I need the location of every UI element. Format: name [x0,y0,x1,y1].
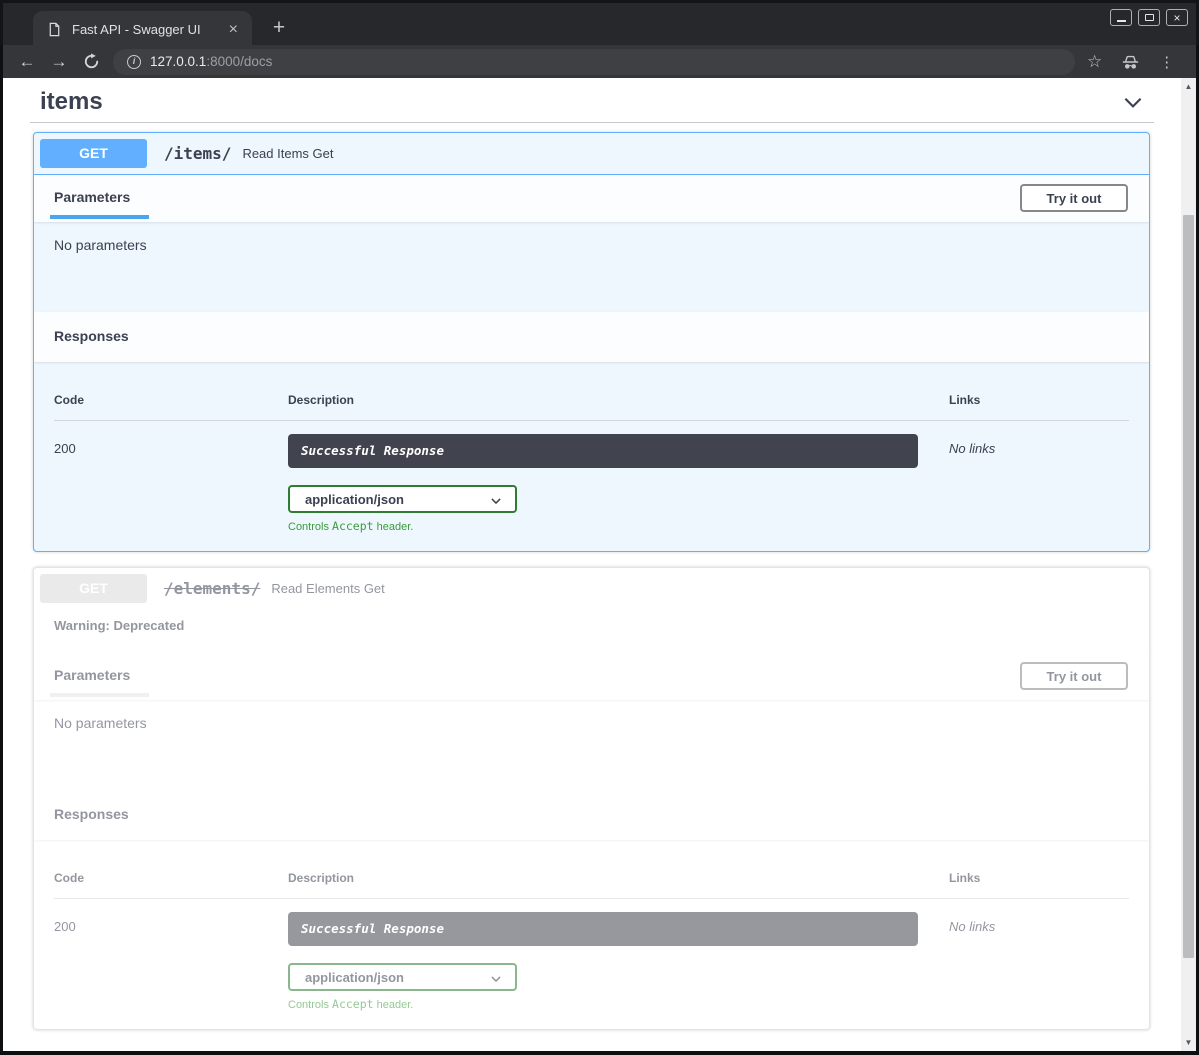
responses-title: Responses [54,806,1129,822]
responses-header: Responses [34,790,1149,840]
parameters-header: Parameters Try it out [34,653,1149,700]
bookmark-star-icon[interactable]: ☆ [1087,52,1102,72]
col-header-description: Description [288,871,949,885]
media-type-value: application/json [290,492,404,507]
close-button[interactable]: × [1166,9,1188,26]
vertical-scrollbar[interactable]: ▲ ▼ [1181,78,1196,1051]
parameters-tab-underline [50,215,149,219]
menu-kebab-icon[interactable]: ⋮ [1159,53,1174,71]
media-type-select[interactable]: application/json [288,485,517,513]
parameters-tab-underline [50,693,149,697]
response-links: No links [949,912,1129,1011]
accept-header-note: Controls Accept header. [288,519,949,533]
response-description-cell: Successful Response application/json Con… [288,434,949,533]
opblock-get-elements-deprecated: GET /elements/ Read Elements Get Warning… [33,567,1150,1030]
responses-table: Code Description Links 200 Successful Re… [34,840,1149,1029]
no-parameters-text: No parameters [34,700,1149,790]
chevron-down-icon [489,972,503,986]
response-links: No links [949,434,1129,533]
reload-icon[interactable] [75,53,107,70]
endpoint-path: /items/ [164,144,231,163]
page-content: items GET /items/ Read Items Get P [3,78,1196,1051]
browser-window: Fast API - Swagger UI × + × ← → i 127.0.… [0,0,1199,1055]
incognito-icon [1120,53,1141,71]
endpoint-description: Read Items Get [242,146,333,161]
method-badge: GET [40,139,147,168]
minimize-button[interactable] [1110,9,1132,26]
col-header-code: Code [54,393,288,407]
responses-table-header: Code Description Links [54,840,1129,899]
col-header-description: Description [288,393,949,407]
response-description-block: Successful Response [288,434,918,468]
media-type-select[interactable]: application/json [288,963,517,991]
scrollbar-thumb[interactable] [1183,215,1194,958]
try-it-out-button[interactable]: Try it out [1020,662,1128,690]
deprecated-warning: Warning: Deprecated [34,610,1149,653]
col-header-links: Links [949,871,1129,885]
responses-title: Responses [54,328,1129,344]
address-bar[interactable]: i 127.0.0.1:8000/docs [113,49,1075,75]
responses-table-header: Code Description Links [54,362,1129,421]
response-code: 200 [54,434,288,533]
parameters-tab[interactable]: Parameters [54,189,130,205]
page-favicon-icon [47,22,62,37]
opblock-get-items: GET /items/ Read Items Get Parameters Tr… [33,132,1150,552]
endpoint-summary-row[interactable]: GET /elements/ Read Elements Get [34,568,1149,610]
tag-header-items[interactable]: items [30,86,1154,123]
endpoint-summary-row[interactable]: GET /items/ Read Items Get [34,133,1149,175]
tab-title: Fast API - Swagger UI [72,22,225,37]
col-header-code: Code [54,871,288,885]
parameters-header: Parameters Try it out [34,175,1149,222]
media-type-value: application/json [290,970,404,985]
response-row: 200 Successful Response application/json… [54,899,1129,1011]
new-tab-button[interactable]: + [265,15,293,43]
tab-close-icon[interactable]: × [225,22,242,38]
info-icon[interactable]: i [127,55,141,69]
chevron-down-icon [489,494,503,508]
url-host: 127.0.0.1 [150,54,206,69]
method-badge: GET [40,574,147,603]
swagger-ui: items GET /items/ Read Items Get P [3,78,1181,1051]
response-code: 200 [54,912,288,1011]
browser-toolbar: ← → i 127.0.0.1:8000/docs ☆ [3,45,1196,78]
try-it-out-button[interactable]: Try it out [1020,184,1128,212]
url-path: :8000/docs [206,54,272,69]
forward-icon[interactable]: → [43,52,75,72]
responses-header: Responses [34,312,1149,362]
response-description-cell: Successful Response application/json Con… [288,912,949,1011]
back-icon[interactable]: ← [11,52,43,72]
no-parameters-text: No parameters [34,222,1149,312]
chevron-down-icon[interactable] [1120,91,1146,113]
response-row: 200 Successful Response application/json… [54,421,1129,533]
url-text: 127.0.0.1:8000/docs [150,54,272,69]
endpoint-description: Read Elements Get [271,581,384,596]
accept-header-note: Controls Accept header. [288,997,949,1011]
minimize-icon [1117,20,1126,22]
browser-tab[interactable]: Fast API - Swagger UI × [33,11,252,48]
col-header-links: Links [949,393,1129,407]
maximize-icon [1145,14,1154,21]
scroll-up-icon[interactable]: ▲ [1185,78,1193,95]
response-description-block: Successful Response [288,912,918,946]
responses-table: Code Description Links 200 Successful Re… [34,362,1149,551]
tag-title: items [40,86,103,117]
titlebar: Fast API - Swagger UI × + × [0,0,1199,45]
scroll-down-icon[interactable]: ▼ [1185,1034,1193,1051]
parameters-tab[interactable]: Parameters [54,667,130,683]
maximize-button[interactable] [1138,9,1160,26]
endpoint-path: /elements/ [164,579,260,598]
